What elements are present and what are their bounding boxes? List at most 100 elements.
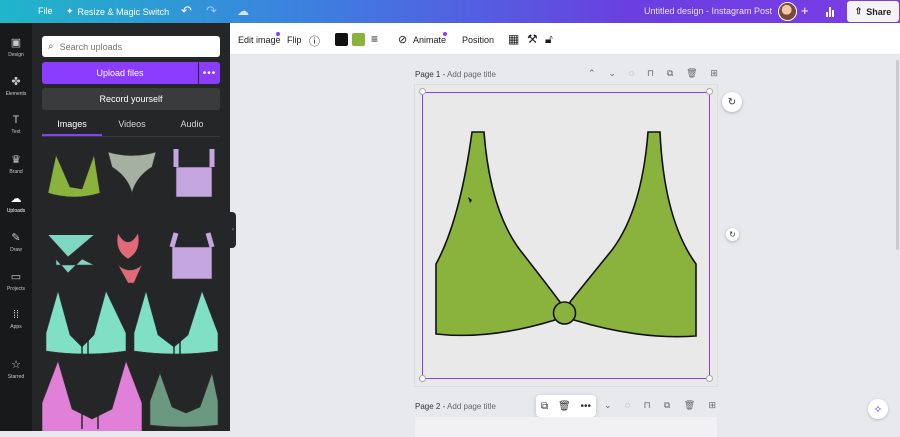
rail-item-elements[interactable]: ✤ Elements (0, 75, 32, 97)
color-swatch-black[interactable] (335, 33, 348, 46)
page-1-title-input[interactable]: Add page title (447, 70, 496, 79)
vertical-scrollbar[interactable] (896, 60, 899, 250)
chevron-down-icon[interactable]: ⌄ (608, 68, 616, 79)
cloud-save-icon[interactable]: ☁ (237, 4, 249, 18)
search-box[interactable]: ⌕ (42, 36, 220, 57)
delete-page-icon[interactable]: 🗑︎ (686, 68, 697, 79)
rail-label: Draw (10, 247, 22, 253)
avatar[interactable] (778, 2, 797, 21)
new-feature-dot (443, 32, 447, 36)
upload-thumb-pink-stripes[interactable] (116, 232, 143, 284)
page-2-label: Page 2 - (415, 402, 446, 411)
file-menu[interactable]: File (38, 6, 53, 16)
tab-audio[interactable]: Audio (162, 119, 222, 129)
upload-thumb-lilac-top[interactable] (173, 149, 215, 198)
chevron-up-icon[interactable]: ⌃ (588, 68, 596, 79)
duplicate-page-icon[interactable]: ⧉ (667, 68, 673, 79)
rail-item-starred[interactable]: ☆ Starred (0, 358, 32, 380)
upload-thumb-sage-top[interactable] (149, 371, 219, 428)
page-2-canvas[interactable] (415, 417, 717, 437)
animate-icon: ⊘ (398, 34, 408, 46)
upload-thumb-lilac-top-2[interactable] (169, 232, 215, 280)
chevron-down-icon[interactable]: ⌄ (604, 400, 612, 411)
top-bar: File ✦ Resize & Magic Switch ↶ ↷ ☁ Untit… (0, 0, 900, 23)
tab-active-indicator (42, 134, 102, 136)
context-toolbar: Edit image Flip ⓘ ≡ ⊘ Animate Position ▦… (230, 23, 900, 55)
hide-page-icon[interactable]: ◌ (629, 68, 634, 79)
color-swatch-green[interactable] (352, 33, 365, 46)
add-page-icon[interactable]: ⊞ (708, 400, 716, 411)
resize-handle-tr[interactable] (706, 88, 713, 95)
more-icon[interactable]: ••• (581, 401, 592, 412)
search-input[interactable] (59, 41, 210, 52)
info-icon[interactable]: ⓘ (309, 33, 320, 49)
upload-thumb-mint-top[interactable] (45, 289, 127, 355)
tab-videos[interactable]: Videos (102, 119, 162, 129)
text-icon: T (12, 114, 20, 126)
delete-page-icon[interactable]: 🗑︎ (684, 400, 695, 411)
upload-thumb-teal-strappy[interactable] (47, 234, 95, 274)
page-2-actions: ⌄ ◌ ⊓ ⧉ 🗑︎ ⊞ (604, 400, 716, 411)
rail-label: Elements (5, 91, 27, 97)
rail-label: Apps (10, 324, 22, 330)
uploads-icon: ☁ (10, 193, 22, 205)
style-paint-icon[interactable]: ⚒ (527, 32, 538, 46)
resize-handle-tl[interactable] (419, 88, 426, 95)
rail-label: Design (8, 52, 24, 58)
refresh-icon[interactable]: ↻ (726, 228, 739, 241)
resize-label: Resize & Magic Switch (77, 6, 170, 17)
collapse-panel-handle[interactable]: ‹ (230, 212, 236, 248)
add-page-icon[interactable]: ⊞ (710, 68, 718, 79)
resize-handle-br[interactable] (706, 375, 713, 382)
tab-images[interactable]: Images (42, 119, 102, 129)
resize-button[interactable]: ✦ Resize & Magic Switch (66, 6, 169, 17)
add-collaborator-icon[interactable]: + (801, 3, 809, 18)
resize-handle-bl[interactable] (419, 375, 426, 382)
rail-item-design[interactable]: ▣ Design (0, 36, 32, 58)
upload-thumb-green-top[interactable] (47, 154, 101, 198)
flip-button[interactable]: Flip (287, 35, 302, 45)
page-2-title-input[interactable]: Add page title (447, 402, 496, 411)
position-button[interactable]: Position (462, 35, 494, 45)
brand-icon: ♛ (11, 154, 21, 166)
rail-item-apps[interactable]: ⁞⁞ Apps (0, 309, 32, 330)
rail-label: Uploads (6, 208, 26, 214)
copy-icon[interactable]: ⧉ (541, 401, 548, 412)
animate-button[interactable]: Animate (413, 35, 446, 45)
redo-icon[interactable]: ↷ (206, 3, 217, 19)
stroke-style-icon[interactable]: ≡ (371, 32, 378, 46)
rail-item-uploads[interactable]: ☁ Uploads (0, 192, 32, 214)
more-options-icon[interactable]: ••• (199, 62, 220, 84)
share-button[interactable]: ⇧ Share (847, 1, 899, 22)
floating-actions: ⧉ 🗑︎ ••• (536, 395, 596, 417)
upload-thumb-pink-top[interactable] (42, 360, 143, 431)
hide-page-icon[interactable]: ◌ (625, 400, 630, 411)
uploads-grid (42, 149, 219, 431)
delete-icon[interactable]: 🗑︎ (558, 401, 571, 412)
lock-page-icon[interactable]: ⊓ (644, 400, 651, 411)
rail-label: Text (11, 129, 21, 135)
insights-icon[interactable] (826, 3, 836, 17)
record-yourself-button[interactable]: Record yourself (42, 88, 220, 110)
share-label: Share (866, 6, 892, 17)
design-icon: ▣ (10, 37, 22, 49)
duplicate-page-icon[interactable]: ⧉ (664, 400, 670, 411)
elements-icon: ✤ (11, 76, 21, 88)
upload-files-button[interactable]: Upload files (42, 62, 198, 84)
upload-thumb-grey-bottom[interactable] (107, 151, 157, 194)
transparency-icon[interactable]: ▦ (508, 32, 519, 46)
rotate-icon[interactable]: ↻ (722, 92, 742, 112)
magic-assistant-icon[interactable]: ✧ (868, 399, 888, 419)
rail-item-projects[interactable]: ▭ Projects (0, 270, 32, 292)
undo-icon[interactable]: ↶ (181, 3, 192, 19)
design-title[interactable]: Untitled design - Instagram Post (644, 6, 772, 16)
upload-thumb-mint-top-2[interactable] (133, 289, 219, 355)
lock-icon[interactable]: 🔓︎ (545, 32, 553, 47)
rail-item-draw[interactable]: ✎ Draw (0, 231, 32, 253)
rail-item-brand[interactable]: ♛ Brand (0, 153, 32, 175)
edit-image-button[interactable]: Edit image (238, 35, 281, 45)
lock-page-icon[interactable]: ⊓ (647, 68, 654, 79)
sparkle-icon: ✦ (66, 6, 74, 16)
tab-divider (42, 136, 220, 137)
rail-item-text[interactable]: T Text (0, 114, 32, 135)
